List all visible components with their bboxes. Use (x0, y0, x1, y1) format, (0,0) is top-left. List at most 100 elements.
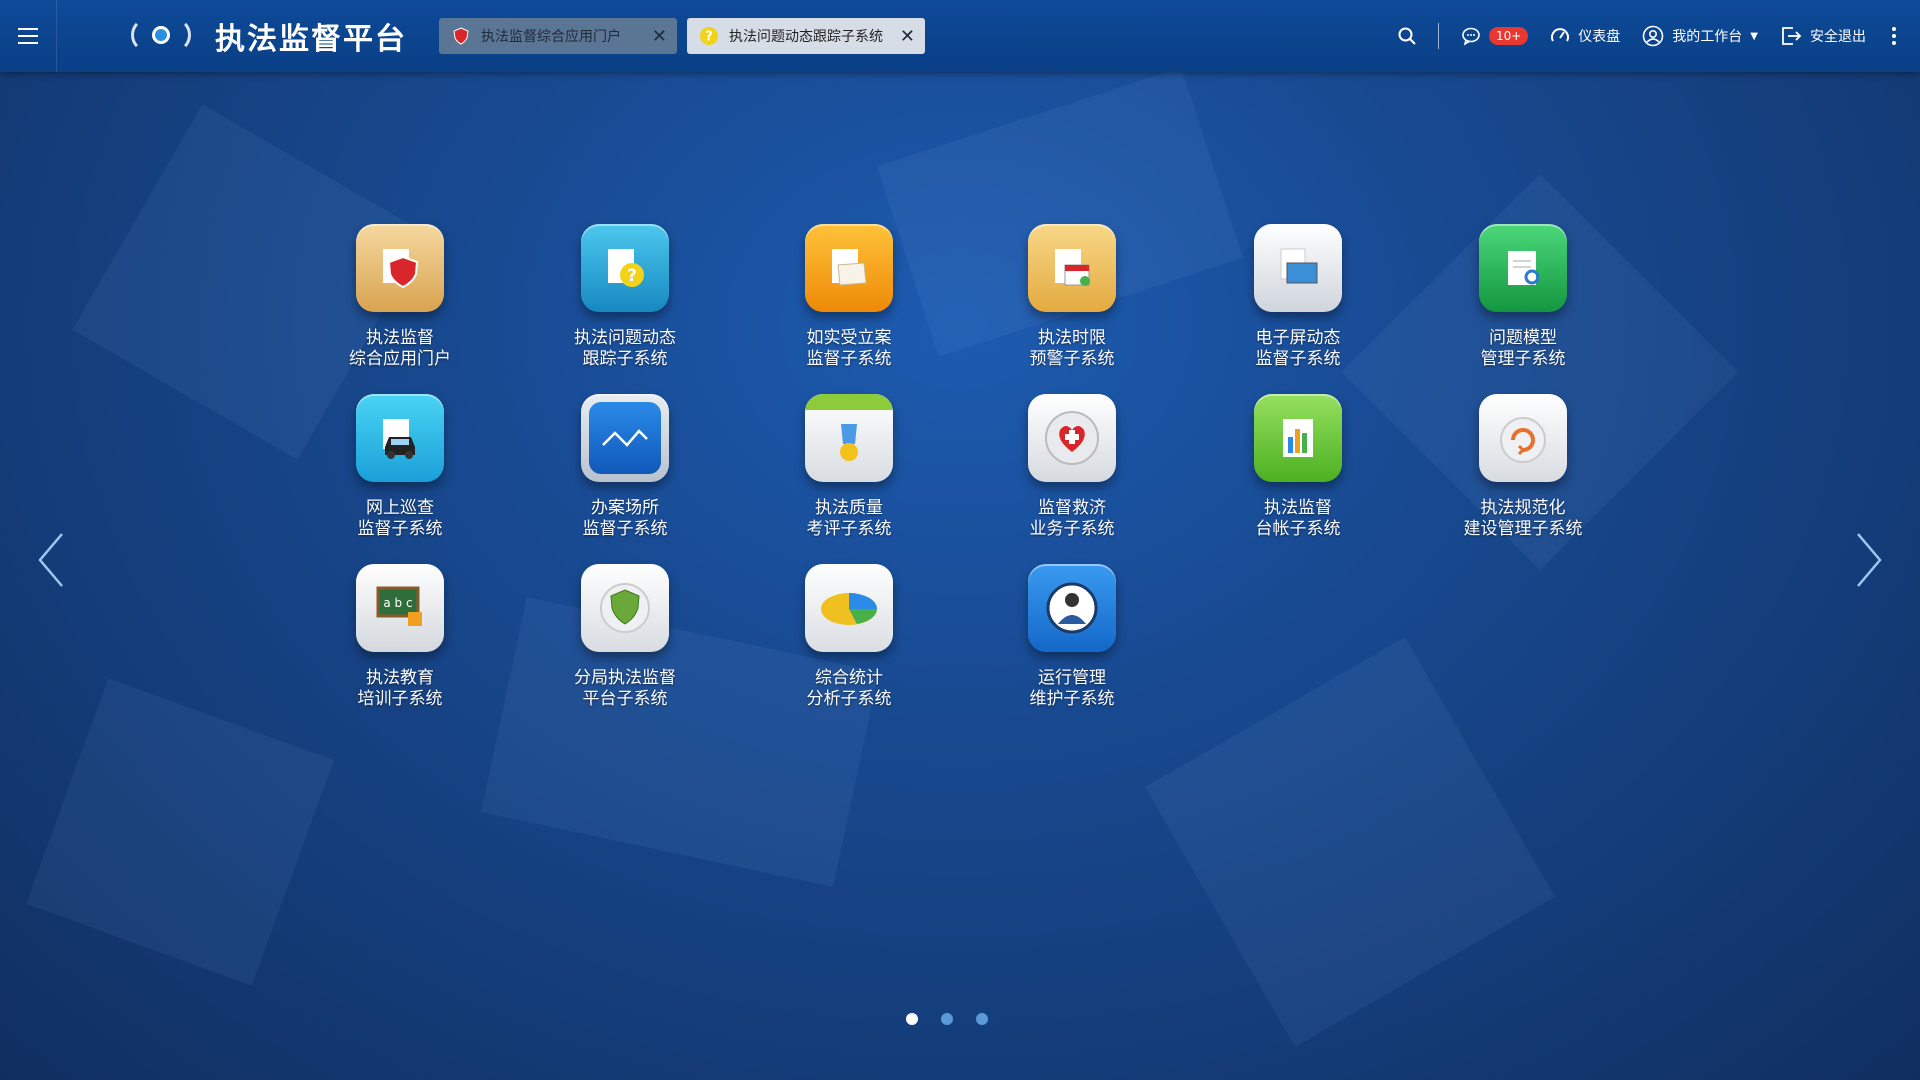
app-label-line2: 预警子系统 (1029, 349, 1115, 369)
divider (1437, 23, 1439, 49)
app-label-line2: 维护子系统 (1029, 689, 1115, 709)
platform-title: 执法监督平台 (215, 22, 407, 57)
workspace-dropdown[interactable]: 我的工作台 ▼ (1642, 25, 1758, 47)
svg-text:?: ? (627, 266, 637, 286)
tab-issue-tracking[interactable]: ? 执法问题动态跟踪子系统 ✕ (687, 18, 925, 54)
app-tile[interactable]: 分局执法监督 平台子系统 (540, 564, 710, 710)
app-label-line1: 监督救济 (1038, 498, 1106, 518)
app-label-line1: 执法监督 (1264, 498, 1332, 518)
page-dot-2[interactable] (941, 1013, 953, 1025)
police-car-icon (356, 394, 444, 482)
app-label-line1: 执法规范化 (1480, 498, 1566, 518)
close-icon[interactable]: ✕ (652, 26, 667, 47)
app-tile[interactable]: ? 执法问题动态 跟踪子系统 (540, 224, 710, 370)
background-facets (0, 67, 1920, 1080)
app-label-line2: 培训子系统 (357, 689, 443, 709)
app-label-line1: 如实受立案 (806, 328, 892, 348)
app-label-line1: 执法监督 (366, 328, 434, 348)
app-label-line2: 监督子系统 (806, 349, 892, 369)
workspace-label: 我的工作台 (1672, 29, 1743, 45)
app-label-line1: 电子屏动态 (1255, 328, 1341, 348)
app-label-line2: 监督子系统 (357, 519, 443, 539)
app-label-line2: 考评子系统 (806, 519, 892, 539)
header-tools: 10+ 仪表盘 我的工作台 ▼ 安全退出 (1398, 0, 1920, 72)
shield-check-icon (581, 564, 669, 652)
app-label-line1: 运行管理 (1038, 668, 1106, 688)
search-button[interactable] (1398, 27, 1416, 45)
search-icon (1398, 27, 1416, 45)
app-tile[interactable]: 执法监督 台帐子系统 (1213, 394, 1383, 540)
close-icon[interactable]: ✕ (900, 26, 915, 47)
app-label-line1: 分局执法监督 (574, 668, 676, 688)
dashboard-label: 仪表盘 (1578, 29, 1621, 45)
gauge-icon (1551, 28, 1570, 42)
chevron-down-icon: ▼ (1750, 30, 1758, 42)
screen-icon (1254, 224, 1342, 312)
app-tile[interactable]: 综合统计 分析子系统 (764, 564, 934, 710)
app-label-line1: 网上巡查 (366, 498, 434, 518)
platform-logo (119, 0, 199, 72)
line-chart-icon (581, 394, 669, 482)
medal-icon (805, 394, 893, 482)
tab-label: 执法监督综合应用门户 (481, 29, 621, 45)
notification-badge: 10+ (1488, 27, 1529, 45)
svg-text:?: ? (705, 30, 713, 45)
app-label-line2: 跟踪子系统 (582, 349, 668, 369)
tab-label: 执法问题动态跟踪子系统 (729, 29, 883, 45)
app-tile[interactable]: 问题模型 管理子系统 (1438, 224, 1608, 370)
user-icon (1642, 25, 1664, 47)
svg-text:a b c: a b c (383, 596, 412, 610)
document-search-icon (1479, 224, 1567, 312)
page-indicator (906, 1013, 1011, 1025)
app-tile[interactable]: 执法时限 预警子系统 (987, 224, 1157, 370)
hamburger-menu-button[interactable] (0, 0, 57, 72)
app-label-line1: 办案场所 (591, 498, 659, 518)
app-tile[interactable]: a b c 执法教育 培训子系统 (315, 564, 485, 710)
heart-icon (1028, 394, 1116, 482)
top-bar: 执法监督平台 执法监督综合应用门户 ✕ ? 执法问题动态跟踪子系统 ✕ 10+ … (0, 0, 1920, 72)
app-tile[interactable]: 监督救济 业务子系统 (987, 394, 1157, 540)
bar-chart-icon (1254, 394, 1342, 482)
app-tile[interactable]: 办案场所 监督子系统 (540, 394, 710, 540)
chat-icon (1462, 27, 1480, 46)
shield-icon (453, 27, 469, 45)
pie-chart-icon (805, 564, 893, 652)
prev-page-arrow-icon[interactable] (36, 530, 66, 590)
folder-icon (805, 224, 893, 312)
next-page-arrow-icon[interactable] (1854, 530, 1884, 590)
app-tile[interactable]: 执法监督 综合应用门户 (315, 224, 485, 370)
logout-icon (1782, 27, 1802, 45)
messages-button[interactable]: 10+ (1461, 26, 1529, 46)
page-dot-3[interactable] (976, 1013, 988, 1025)
app-label-line2: 监督子系统 (1255, 349, 1341, 369)
app-label-line2: 建设管理子系统 (1463, 519, 1583, 539)
worker-icon (1028, 564, 1116, 652)
app-label-line2: 平台子系统 (582, 689, 668, 709)
app-label-line2: 台帐子系统 (1255, 519, 1341, 539)
shield-icon (356, 224, 444, 312)
calendar-icon (1028, 224, 1116, 312)
menu-icon (18, 35, 38, 37)
app-label-line2: 监督子系统 (582, 519, 668, 539)
page-dot-1[interactable] (906, 1013, 918, 1025)
app-tile[interactable]: 如实受立案 监督子系统 (764, 224, 934, 370)
app-tile[interactable]: 网上巡查 监督子系统 (315, 394, 485, 540)
app-label-line1: 执法问题动态 (574, 328, 676, 348)
app-tile[interactable]: 运行管理 维护子系统 (987, 564, 1157, 710)
app-label-line2: 综合应用门户 (349, 349, 451, 369)
question-icon: ? (700, 27, 718, 45)
app-tile[interactable]: 电子屏动态 监督子系统 (1213, 224, 1383, 370)
dashboard-button[interactable]: 仪表盘 (1550, 26, 1620, 46)
app-tile[interactable]: 执法规范化 建设管理子系统 (1438, 394, 1608, 540)
app-label-line1: 执法时限 (1038, 328, 1106, 348)
tab-portal[interactable]: 执法监督综合应用门户 ✕ (439, 18, 677, 54)
app-tile[interactable]: 执法质量 考评子系统 (764, 394, 934, 540)
question-icon: ? (581, 224, 669, 312)
app-label-line1: 问题模型 (1489, 328, 1557, 348)
refresh-icon (1479, 394, 1567, 482)
blackboard-icon: a b c (356, 564, 444, 652)
more-options-icon[interactable] (1892, 34, 1896, 38)
logout-button[interactable]: 安全退出 (1780, 25, 1866, 47)
app-label-line2: 管理子系统 (1480, 349, 1566, 369)
app-label-line2: 分析子系统 (806, 689, 892, 709)
